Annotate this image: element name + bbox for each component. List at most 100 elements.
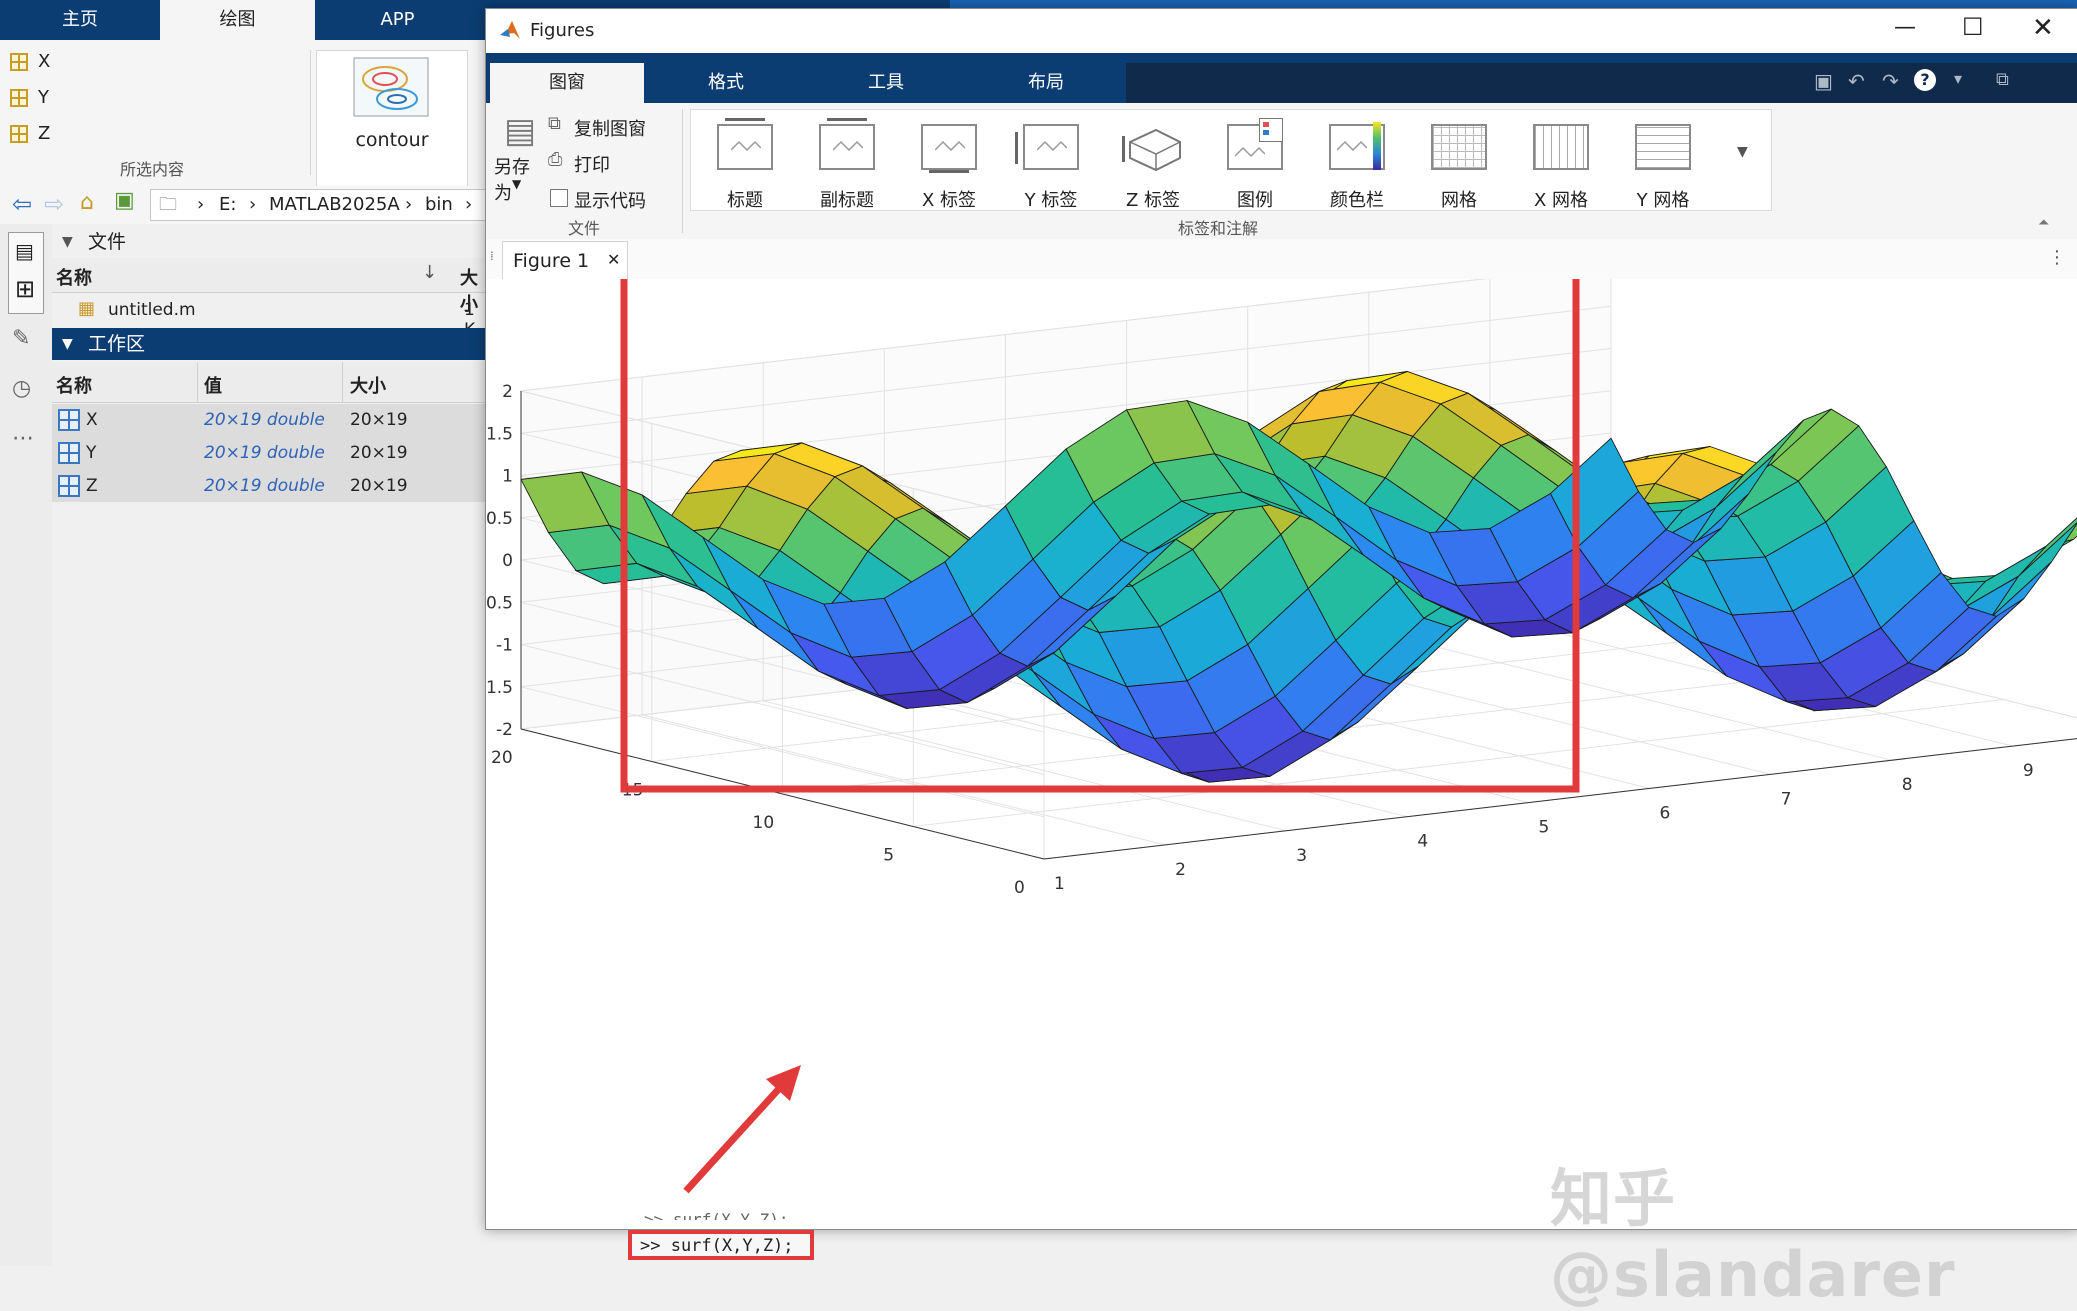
title-button[interactable]: 标题 (697, 118, 793, 220)
column-divider (342, 362, 343, 402)
ygrid-button[interactable]: Y 网格 (1615, 124, 1711, 220)
tab-apps[interactable]: APP (330, 0, 465, 40)
grid-button[interactable]: 网格 (1411, 124, 1507, 220)
xgrid-button[interactable]: X 网格 (1513, 124, 1609, 220)
print-icon: ⎙ (548, 149, 563, 170)
xlabel-icon (921, 124, 977, 173)
collapse-ribbon-icon[interactable]: ⏶ (2038, 215, 2049, 231)
file-row[interactable]: ▦ untitled.m 1 K (52, 294, 486, 340)
y-tick-label: 20 (491, 748, 513, 768)
variable-item-z[interactable]: Z (10, 119, 50, 149)
variable-icon (58, 442, 80, 464)
file-browser-panel: ▼ 文件 名称 ↓ 大小 ▦ untitled.m 1 K ▼ 工作区 名称 值… (52, 224, 486, 1266)
command-line[interactable]: >> surf(X,Y,Z); (640, 1236, 794, 1256)
redo-icon[interactable]: ↷ (1882, 69, 1899, 93)
x-tick-label: 8 (1902, 775, 1913, 795)
checkbox[interactable] (550, 189, 568, 207)
watermark: 知乎 @slandarer (1550, 1162, 1956, 1311)
browse-folder-icon[interactable]: ▣ (114, 188, 135, 213)
gallery-expand-icon[interactable]: ▼ (1737, 144, 1748, 160)
window-title: Figures (530, 20, 595, 41)
variable-icon (10, 125, 28, 143)
x-tick-label: 1 (1054, 874, 1065, 894)
subtitle-button[interactable]: 副标题 (799, 118, 895, 220)
workspace-row[interactable]: Z 20×19 double 20×19 (52, 470, 486, 503)
x-tick-label: 9 (2023, 761, 2034, 781)
sort-down-icon[interactable]: ↓ (422, 262, 437, 283)
workspace-icon: ⊞ (15, 275, 36, 303)
drag-handle-icon[interactable]: ⁞ (490, 249, 494, 263)
z-tick-label: -1 (496, 636, 513, 656)
command-highlight-box: >> surf(X,Y,Z); (628, 1230, 814, 1260)
highlight-arrow-shaft (683, 1078, 789, 1194)
tab-plots[interactable]: 绘图 (160, 0, 315, 40)
history-icon[interactable]: ◷ (12, 376, 31, 401)
workspace-section-header[interactable]: ▼ 工作区 (52, 328, 486, 360)
workspace-row[interactable]: X 20×19 double 20×19 (52, 404, 486, 437)
back-arrow-icon[interactable]: ⇦ (12, 190, 32, 218)
contour-plot-button[interactable]: contour (316, 50, 468, 187)
zlabel-button[interactable]: Z 标签 (1105, 124, 1201, 220)
breadcrumb-bin[interactable]: bin (425, 194, 453, 215)
variable-icon (58, 475, 80, 497)
breadcrumb-drive[interactable]: E: (219, 194, 236, 215)
grid-icon (1431, 124, 1487, 170)
forward-arrow-icon[interactable]: ⇨ (44, 190, 64, 218)
show-code-checkbox[interactable]: 显示代码 (548, 185, 698, 213)
print-button[interactable]: ⎙ 打印 (548, 149, 698, 177)
breadcrumb-separator: › (249, 194, 257, 215)
undock-icon[interactable]: ⧉ (1996, 69, 2009, 90)
more-icon[interactable]: ⋯ (12, 426, 34, 451)
colorbar-button[interactable]: 颜色栏 (1309, 122, 1405, 220)
workspace-row[interactable]: Y 20×19 double 20×19 (52, 437, 486, 470)
current-folder-field[interactable]: 🗀 › E: › MATLAB2025A › bin › (150, 189, 488, 221)
tab-layout[interactable]: 布局 (966, 63, 1126, 103)
y-tick-label: 5 (883, 846, 894, 866)
close-tab-icon[interactable]: ✕ (607, 250, 620, 269)
undo-icon[interactable]: ↶ (1848, 69, 1865, 93)
chevron-down-icon: ▼ (512, 177, 522, 191)
panel-toggle-files[interactable]: ▤ ⊞ (8, 232, 44, 314)
file-section-header[interactable]: ▼ 文件 (52, 226, 486, 258)
up-folder-icon[interactable]: ⌂ (80, 190, 94, 215)
y-tick-label: 0 (1014, 878, 1025, 898)
title-icon (717, 118, 773, 170)
copy-figure-button[interactable]: ⧉ 复制图窗 (548, 113, 698, 141)
variable-icon (10, 53, 28, 71)
variable-item-x[interactable]: X (10, 47, 50, 77)
save-icon[interactable]: ▣ (1814, 69, 1833, 93)
breadcrumb-matlab[interactable]: MATLAB2025A (269, 194, 400, 215)
help-icon[interactable]: ? (1914, 69, 1936, 91)
collapse-icon: ▼ (62, 336, 73, 352)
tab-format[interactable]: 格式 (646, 63, 806, 103)
surf-plot[interactable]: 1234567891005101520-2-1.5-1-0.500.511.52 (480, 263, 2077, 1229)
xlabel-button[interactable]: X 标签 (901, 124, 997, 220)
close-icon[interactable]: ✕ (2032, 13, 2054, 43)
breadcrumb-separator: › (405, 194, 413, 215)
legend-button[interactable]: 图例 (1207, 118, 1303, 220)
tab-tools[interactable]: 工具 (806, 63, 966, 103)
variable-item-y[interactable]: Y (10, 83, 49, 113)
quick-access-bar: ▣ ↶ ↷ ? ▾ ⧉ (1126, 63, 2077, 103)
maximize-icon[interactable]: ☐ (1962, 13, 1984, 41)
subtitle-icon (819, 118, 875, 170)
save-as-icon: ▤ (504, 111, 537, 151)
folder-icon: 🗀 (159, 194, 177, 215)
dropdown-icon[interactable]: ▾ (1954, 69, 1962, 88)
more-options-icon[interactable]: ⋮ (2048, 247, 2066, 268)
y-tick-label: 10 (753, 813, 775, 833)
figure-1-tab[interactable]: Figure 1 ✕ (502, 241, 628, 280)
tab-figure[interactable]: 图窗 (490, 63, 644, 103)
ylabel-button[interactable]: Y 标签 (1003, 124, 1099, 220)
divider (682, 109, 683, 233)
files-icon: ▤ (15, 239, 34, 263)
tab-home[interactable]: 主页 (20, 0, 140, 40)
z-tick-label: 2 (502, 382, 513, 402)
z-tick-label: 0.5 (486, 509, 513, 529)
x-tick-label: 3 (1296, 846, 1307, 866)
save-as-button[interactable]: ▤ 另存为 ▼ (494, 111, 546, 204)
x-tick-label: 4 (1417, 832, 1428, 852)
editor-icon[interactable]: ✎ (12, 326, 30, 351)
window-titlebar: Figures — ☐ ✕ (486, 9, 2077, 53)
minimize-icon[interactable]: — (1894, 15, 1916, 40)
